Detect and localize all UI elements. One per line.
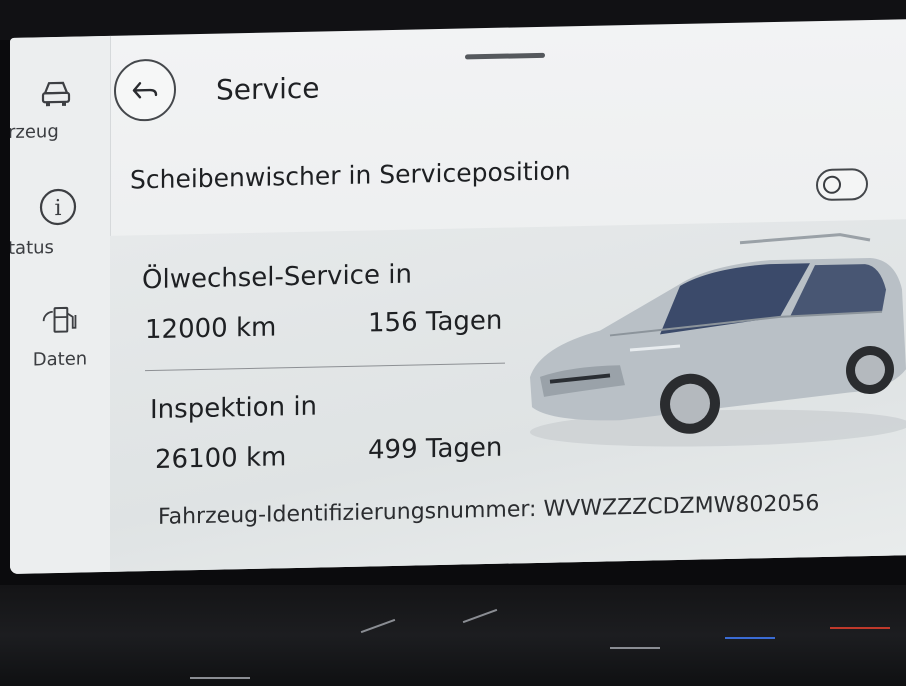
wiper-service-toggle[interactable] (816, 168, 868, 202)
dash-marking (190, 677, 250, 679)
car-icon (41, 81, 71, 107)
inspection-heading: Inspektion in (150, 391, 318, 426)
wiper-service-position-label: Scheibenwischer in Serviceposition (130, 156, 571, 195)
drag-handle[interactable] (465, 52, 545, 60)
oil-service-days: 156 Tagen (368, 305, 503, 339)
inspection-days: 499 Tagen (368, 432, 503, 466)
page-title: Service (216, 71, 320, 107)
sidebar: rzeug i tatus Daten (10, 35, 111, 575)
oil-service-distance: 12000 km (145, 312, 277, 346)
dash-marking (360, 618, 396, 634)
sidebar-item-label: rzeug (10, 120, 59, 144)
infotainment-screen: rzeug i tatus Daten Service Scheibenwisc… (10, 19, 906, 575)
dash-marking (830, 627, 890, 629)
fuel-pump-icon (42, 306, 77, 333)
service-page: Service Scheibenwischer in Servicepositi… (110, 19, 906, 575)
oil-service-heading: Ölwechsel-Service in (142, 259, 412, 296)
sidebar-item-daten[interactable]: Daten (10, 298, 110, 371)
svg-text:i: i (54, 196, 61, 221)
dash-marking (610, 647, 660, 649)
dashboard-trim (0, 585, 906, 686)
back-arrow-icon (132, 82, 158, 99)
toggle-knob (823, 175, 841, 194)
sidebar-item-label: Daten (32, 348, 88, 371)
dash-marking (462, 608, 498, 624)
dash-marking (725, 637, 775, 639)
car-image (530, 233, 906, 447)
back-button[interactable] (114, 58, 176, 122)
sidebar-item-fahrzeug[interactable]: rzeug (10, 70, 110, 143)
info-icon: i (39, 188, 77, 226)
inspection-distance: 26100 km (155, 442, 287, 475)
sidebar-item-status[interactable]: i tatus (10, 186, 110, 259)
sidebar-item-label: tatus (10, 237, 54, 260)
